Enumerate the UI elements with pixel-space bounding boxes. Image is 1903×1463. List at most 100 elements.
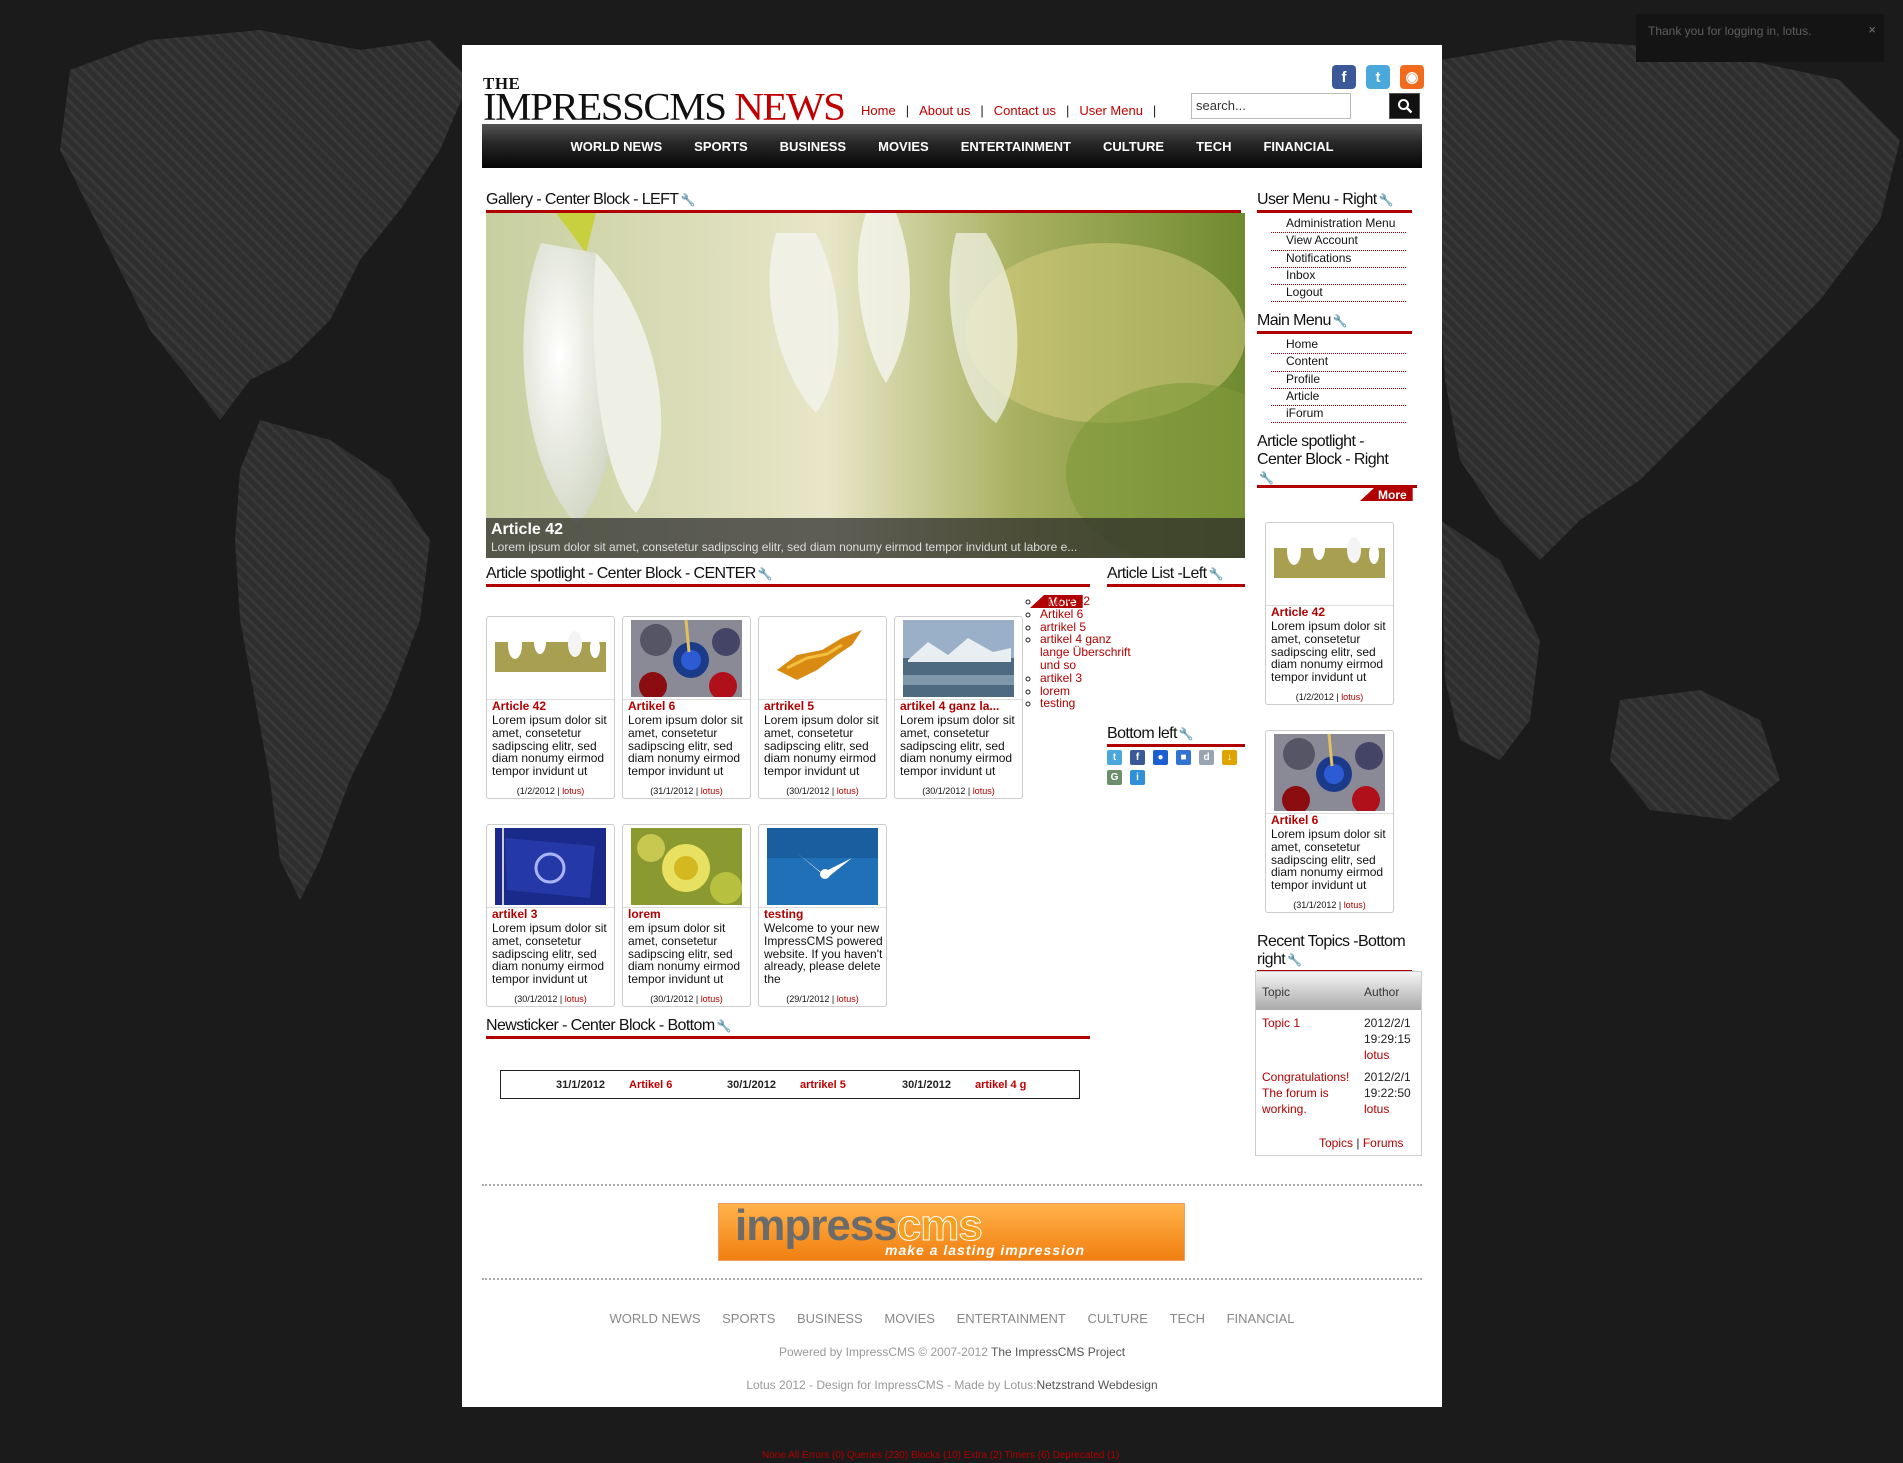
topics-link[interactable]: Topics bbox=[1319, 1136, 1353, 1150]
article-author[interactable]: lotus) bbox=[562, 786, 584, 796]
netzstrand-link[interactable]: Netzstrand Webdesign bbox=[1036, 1378, 1157, 1392]
article-card[interactable]: Artikel 6 Lorem ipsum dolor sit amet, con… bbox=[1265, 730, 1394, 913]
article-thumbnail[interactable] bbox=[495, 828, 606, 905]
list-item[interactable]: testing bbox=[1040, 697, 1140, 710]
top-link-home[interactable]: Home bbox=[861, 103, 896, 118]
topic-link[interactable]: working. bbox=[1262, 1102, 1307, 1118]
article-card[interactable]: Artikel 6 Lorem ipsum dolor sit amet, con… bbox=[622, 616, 751, 799]
debug-bar[interactable]: None All Errors (0) Queries (230) Blocks… bbox=[762, 1450, 1119, 1461]
topic-author[interactable]: lotus bbox=[1364, 1102, 1389, 1118]
hi5-share-icon[interactable]: i bbox=[1130, 770, 1145, 785]
footer-nav-tech[interactable]: TECH bbox=[1170, 1311, 1205, 1326]
nav-financial[interactable]: FINANCIAL bbox=[1263, 139, 1333, 154]
delicious-share-icon[interactable]: ■ bbox=[1176, 750, 1191, 765]
menu-item[interactable]: Inbox bbox=[1271, 268, 1406, 286]
article-title[interactable]: artrikel 5 bbox=[764, 699, 882, 713]
article-author[interactable]: lotus) bbox=[837, 786, 859, 796]
edit-wrench-icon[interactable]: 🔧 bbox=[680, 193, 695, 207]
gallery-caption-title[interactable]: Article 42 bbox=[491, 521, 563, 539]
article-author[interactable]: lotus) bbox=[1341, 692, 1363, 702]
article-thumbnail[interactable] bbox=[1274, 526, 1385, 603]
footer-nav-culture[interactable]: CULTURE bbox=[1088, 1311, 1148, 1326]
footer-nav-business[interactable]: BUSINESS bbox=[797, 1311, 863, 1326]
article-title[interactable]: Artikel 6 bbox=[628, 699, 746, 713]
twitter-icon[interactable]: t bbox=[1366, 65, 1390, 89]
digg-share-icon[interactable]: d bbox=[1199, 750, 1214, 765]
edit-wrench-icon[interactable]: 🔧 bbox=[1208, 567, 1223, 581]
article-title[interactable]: Article 42 bbox=[1271, 605, 1389, 619]
topic-link[interactable]: The forum is bbox=[1262, 1086, 1329, 1102]
myspace-share-icon[interactable]: ● bbox=[1153, 750, 1168, 765]
article-author[interactable]: lotus) bbox=[565, 994, 587, 1004]
close-icon[interactable]: × bbox=[1868, 22, 1876, 37]
impresscms-banner[interactable]: impresscms make a lasting impression bbox=[718, 1203, 1185, 1261]
menu-item[interactable]: Notifications bbox=[1271, 251, 1406, 268]
menu-item[interactable]: Content bbox=[1271, 354, 1406, 372]
article-author[interactable]: lotus) bbox=[973, 786, 995, 796]
article-author[interactable]: lotus) bbox=[1344, 900, 1366, 910]
menu-item[interactable]: iForum bbox=[1271, 406, 1406, 424]
twitter-share-icon[interactable]: t bbox=[1107, 750, 1122, 765]
article-thumbnail[interactable] bbox=[631, 828, 742, 905]
list-item[interactable]: Article 42 bbox=[1040, 595, 1140, 608]
rss-icon[interactable]: ◉ bbox=[1400, 65, 1424, 89]
edit-wrench-icon[interactable]: 🔧 bbox=[1287, 951, 1302, 969]
nav-business[interactable]: BUSINESS bbox=[780, 139, 846, 154]
article-author[interactable]: lotus) bbox=[701, 994, 723, 1004]
footer-nav-sports[interactable]: SPORTS bbox=[722, 1311, 775, 1326]
ticker-link[interactable]: Artikel 6 bbox=[629, 1079, 672, 1091]
impresscms-project-link[interactable]: The ImpressCMS Project bbox=[991, 1345, 1125, 1359]
article-thumbnail[interactable] bbox=[767, 828, 878, 905]
edit-wrench-icon[interactable]: 🔧 bbox=[1179, 727, 1194, 741]
menu-item[interactable]: Home bbox=[1271, 337, 1406, 355]
article-card[interactable]: testing Welcome to your new ImpressCMS po… bbox=[758, 824, 887, 1007]
edit-wrench-icon[interactable]: 🔧 bbox=[1333, 314, 1348, 328]
top-link-user-menu[interactable]: User Menu bbox=[1079, 103, 1143, 118]
nav-entertainment[interactable]: ENTERTAINMENT bbox=[961, 139, 1071, 154]
top-link-contact[interactable]: Contact us bbox=[994, 103, 1056, 118]
article-title[interactable]: artikel 3 bbox=[492, 907, 610, 921]
search-input[interactable]: search... bbox=[1191, 93, 1351, 119]
footer-nav-entertainment[interactable]: ENTERTAINMENT bbox=[957, 1311, 1066, 1326]
article-title[interactable]: artikel 4 ganz la... bbox=[900, 699, 1018, 713]
article-card[interactable]: Article 42 Lorem ipsum dolor sit amet, co… bbox=[486, 616, 615, 799]
article-thumbnail[interactable] bbox=[767, 620, 878, 697]
site-logo[interactable]: THE IMPRESSCMS NEWS bbox=[483, 75, 846, 125]
topic-link[interactable]: Topic 1 bbox=[1262, 1016, 1300, 1032]
top-link-about[interactable]: About us bbox=[919, 103, 970, 118]
article-author[interactable]: lotus) bbox=[837, 994, 859, 1004]
article-title[interactable]: Article 42 bbox=[492, 699, 610, 713]
article-thumbnail[interactable] bbox=[1274, 734, 1385, 811]
article-card[interactable]: Article 42 Lorem ipsum dolor sit amet, co… bbox=[1265, 522, 1394, 705]
ticker-link[interactable]: artikel 4 g bbox=[975, 1079, 1026, 1091]
edit-wrench-icon[interactable]: 🔧 bbox=[758, 567, 773, 581]
footer-nav-movies[interactable]: MOVIES bbox=[884, 1311, 935, 1326]
gallery-slideshow[interactable]: Article 42 Lorem ipsum dolor sit amet, c… bbox=[486, 213, 1245, 558]
article-thumbnail[interactable] bbox=[631, 620, 742, 697]
menu-item[interactable]: View Account bbox=[1271, 233, 1406, 251]
article-author[interactable]: lotus) bbox=[701, 786, 723, 796]
footer-nav-financial[interactable]: FINANCIAL bbox=[1227, 1311, 1295, 1326]
facebook-icon[interactable]: f bbox=[1332, 65, 1356, 89]
article-card[interactable]: artrikel 5 Lorem ipsum dolor sit amet, co… bbox=[758, 616, 887, 799]
article-card[interactable]: lorem em ipsum dolor sit amet, consetetur… bbox=[622, 824, 751, 1007]
menu-item[interactable]: Profile bbox=[1271, 372, 1406, 389]
topic-author[interactable]: lotus bbox=[1364, 1048, 1389, 1064]
nav-sports[interactable]: SPORTS bbox=[694, 139, 747, 154]
ticker-link[interactable]: artrikel 5 bbox=[800, 1079, 846, 1091]
topic-link[interactable]: Congratulations! bbox=[1262, 1070, 1349, 1086]
article-title[interactable]: lorem bbox=[628, 907, 746, 921]
edit-wrench-icon[interactable]: 🔧 bbox=[1379, 193, 1394, 207]
footer-nav-world-news[interactable]: WORLD NEWS bbox=[610, 1311, 701, 1326]
google-share-icon[interactable]: G bbox=[1107, 770, 1122, 785]
article-card[interactable]: artikel 3 Lorem ipsum dolor sit amet, con… bbox=[486, 824, 615, 1007]
download-share-icon[interactable]: ↓ bbox=[1222, 750, 1237, 765]
menu-item[interactable]: Logout bbox=[1271, 285, 1406, 303]
article-thumbnail[interactable] bbox=[903, 620, 1014, 697]
menu-item[interactable]: Administration Menu bbox=[1271, 216, 1406, 234]
nav-tech[interactable]: TECH bbox=[1196, 139, 1231, 154]
nav-culture[interactable]: CULTURE bbox=[1103, 139, 1164, 154]
list-item[interactable]: Artikel 6 bbox=[1040, 607, 1140, 621]
article-title[interactable]: Artikel 6 bbox=[1271, 813, 1389, 827]
spotlight-right-more-button[interactable]: More bbox=[1360, 488, 1413, 501]
